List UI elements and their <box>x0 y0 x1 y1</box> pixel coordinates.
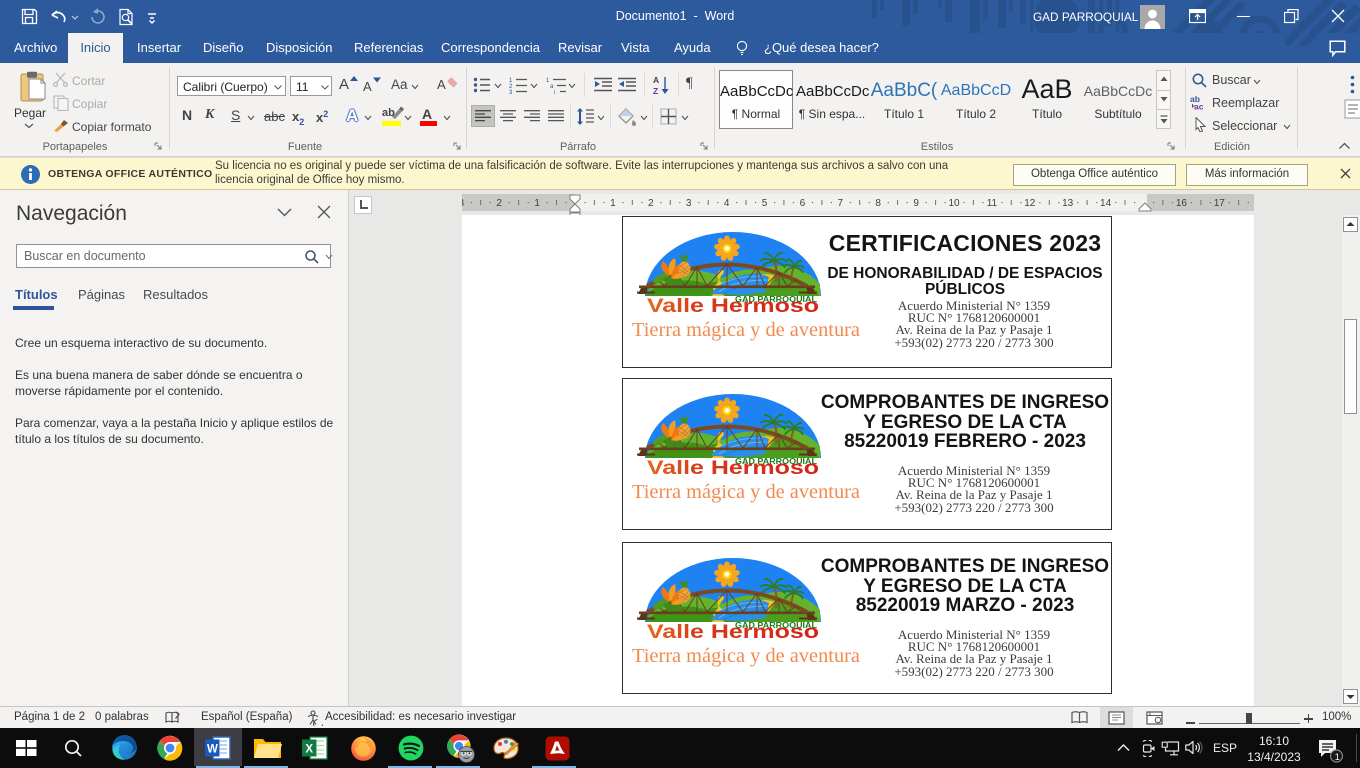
svg-text:2: 2 <box>648 198 654 209</box>
svg-text:13: 13 <box>1062 198 1074 209</box>
svg-text:7: 7 <box>838 198 844 209</box>
svg-text:1: 1 <box>534 198 540 209</box>
svg-text:10: 10 <box>948 198 960 209</box>
svg-text:A: A <box>653 75 659 85</box>
svg-text:6: 6 <box>800 198 806 209</box>
svg-text:11: 11 <box>987 198 998 209</box>
svg-text:3: 3 <box>509 90 513 94</box>
svg-text:W: W <box>207 744 218 756</box>
svg-text:14: 14 <box>1100 198 1112 209</box>
svg-text:3: 3 <box>686 198 692 209</box>
svg-text:i: i <box>554 90 555 94</box>
svg-text:9: 9 <box>913 198 919 209</box>
svg-text:17: 17 <box>1214 198 1226 209</box>
svg-text:12: 12 <box>1024 198 1036 209</box>
svg-text:5: 5 <box>762 198 768 209</box>
svg-text:X: X <box>305 744 313 756</box>
svg-text:16: 16 <box>1176 198 1188 209</box>
svg-text:1: 1 <box>1335 752 1340 762</box>
svg-text:1: 1 <box>610 198 616 209</box>
svg-text:Z: Z <box>653 86 658 95</box>
svg-text:2: 2 <box>496 198 502 209</box>
svg-text:8: 8 <box>875 198 881 209</box>
svg-text:4: 4 <box>724 198 730 209</box>
svg-text:ac: ac <box>1194 102 1204 111</box>
